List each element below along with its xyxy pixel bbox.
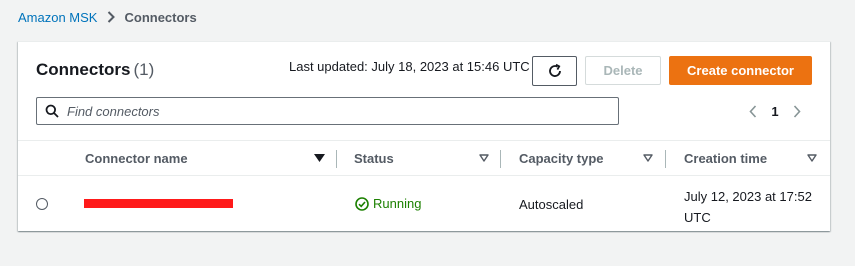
last-updated-text: Last updated: July 18, 2023 at 15:46 UTC [289, 59, 530, 74]
panel-title-text: Connectors [36, 60, 131, 79]
column-divider[interactable] [336, 150, 337, 168]
search-icon [37, 104, 67, 118]
sort-icon[interactable] [642, 154, 654, 162]
page-number[interactable]: 1 [767, 104, 783, 119]
column-label: Status [354, 150, 394, 166]
column-header-capacity-type[interactable]: Capacity type [519, 141, 654, 175]
creation-time-line: UTC [684, 210, 711, 225]
table-header: Connector name Status Capacity type Crea… [18, 140, 830, 176]
page-title: Connectors (1) [36, 60, 154, 80]
pagination: 1 [742, 100, 808, 122]
breadcrumb: Amazon MSK Connectors [18, 9, 197, 25]
sort-descending-icon[interactable] [313, 154, 325, 162]
breadcrumb-amazon-msk[interactable]: Amazon MSK [18, 10, 97, 25]
column-header-status[interactable]: Status [354, 141, 490, 175]
row-select-radio[interactable] [36, 198, 48, 210]
sort-icon[interactable] [478, 154, 490, 162]
delete-button[interactable]: Delete [585, 56, 661, 85]
refresh-button[interactable] [532, 56, 577, 86]
connectors-panel: Connectors (1) Last updated: July 18, 202… [18, 41, 830, 231]
creation-time-line: July 12, 2023 at 17:52 [684, 189, 812, 204]
creation-time-cell: July 12, 2023 at 17:52 UTC [684, 186, 812, 228]
column-divider[interactable] [500, 150, 501, 168]
column-header-creation-time[interactable]: Creation time [684, 141, 818, 175]
column-label: Creation time [684, 150, 768, 166]
status-text: Running [373, 196, 422, 211]
sort-icon[interactable] [806, 154, 818, 162]
breadcrumb-connectors: Connectors [124, 9, 197, 25]
chevron-left-icon[interactable] [742, 104, 764, 118]
search-input[interactable] [67, 98, 618, 124]
create-connector-button[interactable]: Create connector [669, 56, 812, 85]
connectors-table: Connector name Status Capacity type Crea… [18, 140, 830, 232]
status-success-icon [355, 196, 369, 211]
column-divider[interactable] [665, 150, 666, 168]
refresh-icon [547, 63, 563, 79]
search-field [36, 97, 619, 125]
table-row[interactable]: Running Autoscaled July 12, 2023 at 17:5… [18, 176, 830, 232]
capacity-type-cell: Autoscaled [519, 197, 584, 212]
connector-count: (1) [133, 60, 155, 79]
chevron-right-icon [107, 11, 116, 23]
chevron-right-icon[interactable] [786, 104, 808, 118]
column-label: Connector name [85, 150, 188, 166]
column-label: Capacity type [519, 150, 604, 166]
connector-name-redacted [84, 199, 233, 208]
status-cell: Running [355, 196, 421, 211]
column-header-connector-name[interactable]: Connector name [85, 141, 325, 175]
